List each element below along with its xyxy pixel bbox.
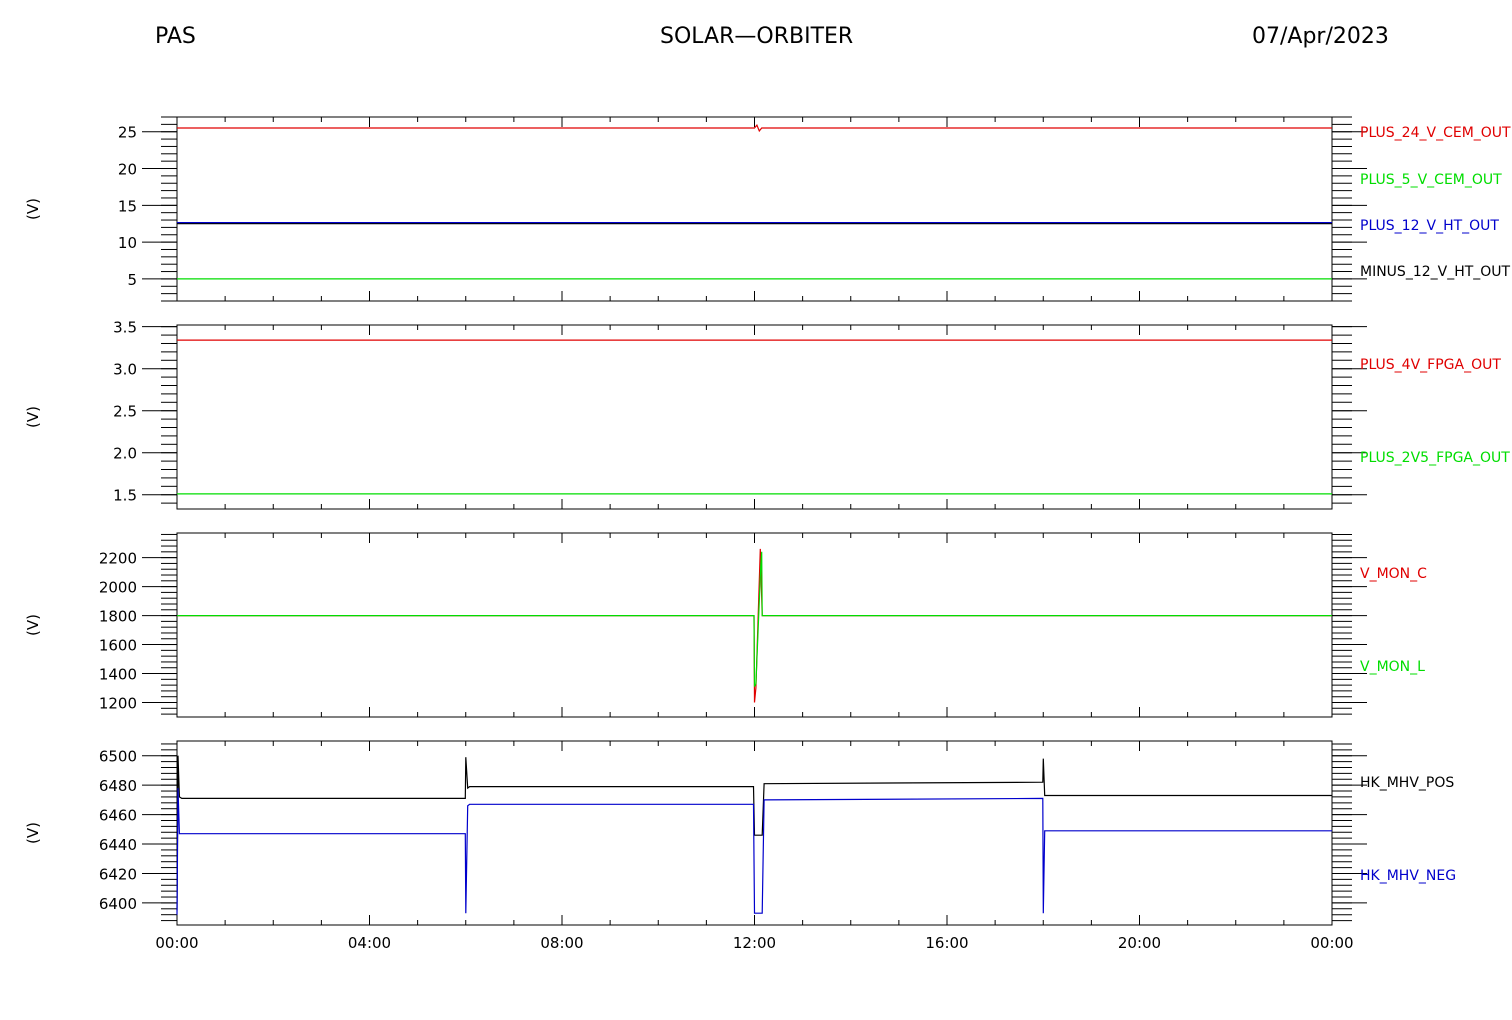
chart: 5 10 15 20 25 (V) PLUS_24_V_CEM_OUT PLUS_5_V_CE… xyxy=(24,116,1511,952)
x-tick-label: 16:00 xyxy=(925,934,968,952)
y-tick-label: 6400 xyxy=(99,895,137,913)
y-tick-label: 10 xyxy=(118,234,137,252)
series-line-v-mon-l xyxy=(177,551,1332,687)
y-tick-label: 2200 xyxy=(99,550,137,568)
legend-label: PLUS_4V_FPGA_OUT xyxy=(1360,357,1501,373)
y-tick-label: 2.0 xyxy=(113,445,137,463)
y-tick-label: 6500 xyxy=(99,748,137,766)
y-tick-label: 1800 xyxy=(99,608,137,626)
y-tick-label: 6440 xyxy=(99,836,137,854)
y-tick-label: 6480 xyxy=(99,777,137,795)
x-tick-label: 00:00 xyxy=(155,934,198,952)
legend-label: V_MON_C xyxy=(1360,566,1427,582)
legend-label: PLUS_5_V_CEM_OUT xyxy=(1360,172,1502,188)
x-tick-label: 20:00 xyxy=(1118,934,1161,952)
y-tick-label: 6460 xyxy=(99,807,137,825)
y-tick-label: 1.5 xyxy=(113,487,137,505)
y-tick-label: 1200 xyxy=(99,695,137,713)
plot-frame xyxy=(176,324,1333,510)
y-tick-label: 15 xyxy=(118,197,137,215)
y-tick-label: 6420 xyxy=(99,865,137,883)
y-axis-label: (V) xyxy=(24,406,42,428)
legend-label: MINUS_12_V_HT_OUT xyxy=(1360,264,1511,280)
y-axis-label: (V) xyxy=(24,822,42,844)
y-tick-label: 2.5 xyxy=(113,403,137,421)
y-tick-label: 3.0 xyxy=(113,361,137,379)
x-tick-label: 00:00 xyxy=(1310,934,1353,952)
y-tick-label: 25 xyxy=(118,124,137,142)
plot-frame xyxy=(176,116,1333,302)
y-axis-label: (V) xyxy=(24,198,42,220)
legend-label: HK_MHV_NEG xyxy=(1360,868,1456,884)
y-tick-label: 3.5 xyxy=(113,319,137,337)
legend-label: HK_MHV_POS xyxy=(1360,775,1454,791)
y-tick-label: 1400 xyxy=(99,666,137,684)
x-tick-label: 04:00 xyxy=(348,934,391,952)
legend-label: PLUS_24_V_CEM_OUT xyxy=(1360,125,1511,141)
y-tick-label: 1600 xyxy=(99,637,137,655)
legend-label: PLUS_12_V_HT_OUT xyxy=(1360,218,1499,234)
legend-label: V_MON_L xyxy=(1360,659,1425,675)
x-tick-label: 12:00 xyxy=(733,934,776,952)
legend-label: PLUS_2V5_FPGA_OUT xyxy=(1360,450,1510,466)
y-tick-label: 2000 xyxy=(99,579,137,597)
x-tick-label: 08:00 xyxy=(540,934,583,952)
y-axis-label: (V) xyxy=(24,614,42,636)
y-tick-label: 5 xyxy=(127,271,137,289)
y-tick-label: 20 xyxy=(118,161,137,179)
